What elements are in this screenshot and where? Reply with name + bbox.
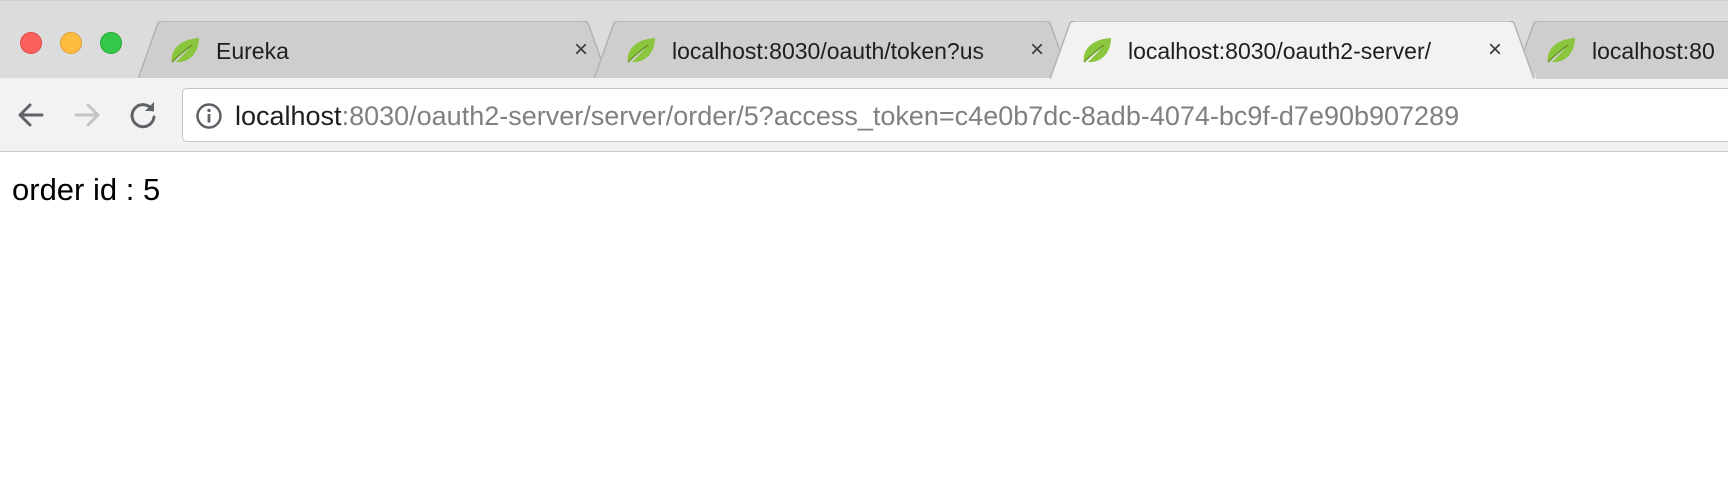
tab-strip: Eureka × localhost:8030/oauth/token?us ×: [0, 0, 1728, 79]
reload-button[interactable]: [124, 96, 162, 134]
tab-title: localhost:8030/oauth2-server/: [1128, 38, 1432, 64]
tab-close-icon[interactable]: ×: [1026, 38, 1048, 62]
url-text[interactable]: localhost:8030/oauth2-server/server/orde…: [235, 101, 1459, 131]
tab-oauth2-server-active[interactable]: localhost:8030/oauth2-server/ ×: [1050, 21, 1534, 79]
tab-title: Eureka: [216, 38, 289, 64]
spring-leaf-icon: [1544, 35, 1578, 65]
minimize-window-button[interactable]: [60, 32, 82, 54]
address-bar[interactable]: localhost:8030/oauth2-server/server/orde…: [182, 88, 1728, 142]
reload-icon: [130, 102, 156, 129]
info-icon[interactable]: [195, 102, 223, 130]
tab-title: localhost:80: [1592, 38, 1715, 64]
spring-leaf-icon: [624, 35, 658, 65]
spring-leaf-icon: [168, 35, 202, 65]
order-id-text: order id : 5: [12, 172, 161, 207]
spring-leaf-icon: [1080, 35, 1114, 65]
tab-oauth-token[interactable]: localhost:8030/oauth/token?us ×: [594, 21, 1070, 79]
tab-close-icon[interactable]: ×: [570, 38, 592, 62]
back-button[interactable]: [12, 96, 50, 134]
back-arrow-icon: [18, 103, 44, 127]
url-host: localhost: [235, 101, 342, 131]
tab-title: localhost:8030/oauth/token?us: [672, 38, 985, 64]
forward-arrow-icon: [74, 103, 100, 127]
tab-close-icon[interactable]: ×: [1484, 38, 1506, 62]
url-path: :8030/oauth2-server/server/order/5?acces…: [341, 101, 1460, 131]
browser-window: Eureka × localhost:8030/oauth/token?us ×: [0, 0, 1728, 488]
maximize-window-button[interactable]: [100, 32, 122, 54]
forward-button[interactable]: [68, 96, 106, 134]
tab-localhost-clipped[interactable]: localhost:80: [1514, 21, 1728, 79]
page-content: order id : 5: [0, 152, 1728, 488]
close-window-button[interactable]: [20, 32, 42, 54]
browser-toolbar: localhost:8030/oauth2-server/server/orde…: [0, 78, 1728, 152]
tab-eureka[interactable]: Eureka ×: [138, 21, 608, 79]
